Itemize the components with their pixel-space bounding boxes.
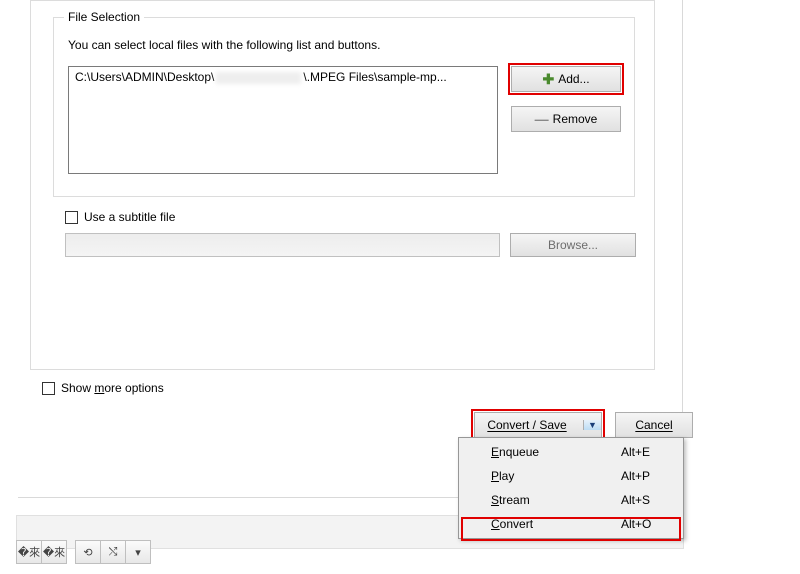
menu-item-play[interactable]: Play Alt+P — [461, 464, 681, 488]
subtitle-path-input — [65, 233, 500, 257]
equalizer-icon-2: �來 — [43, 544, 65, 560]
menu-shortcut-enqueue: Alt+E — [621, 445, 681, 459]
cancel-button[interactable]: Cancel — [615, 412, 693, 438]
equalizer-button-2[interactable]: �來 — [41, 540, 67, 564]
redacted-path-segment — [216, 72, 301, 84]
file-selection-title: File Selection — [64, 10, 144, 24]
tab-page: File Selection You can select local file… — [30, 0, 655, 370]
loop-button[interactable]: ⟲ — [75, 540, 101, 564]
menu-label-convert: Convert — [491, 517, 621, 531]
menu-shortcut-convert: Alt+O — [621, 517, 681, 531]
dialog-panel: File Selection You can select local file… — [18, 0, 683, 498]
convert-save-dropdown[interactable]: ▼ — [583, 420, 601, 430]
menu-item-convert[interactable]: Convert Alt+O — [461, 512, 681, 536]
chevron-down-icon: ▼ — [588, 420, 597, 430]
shuffle-icon: ⤭ — [109, 546, 118, 559]
convert-save-button[interactable]: Convert / Save ▼ — [474, 412, 602, 438]
menu-shortcut-stream: Alt+S — [621, 493, 681, 507]
convert-dropdown-menu: Enqueue Alt+E Play Alt+P Stream Alt+S Co… — [458, 437, 684, 539]
menu-item-enqueue[interactable]: Enqueue Alt+E — [461, 440, 681, 464]
chevron-down-icon: ▾ — [135, 546, 141, 559]
file-selection-group: File Selection You can select local file… — [53, 17, 635, 197]
browse-button: Browse... — [510, 233, 636, 257]
more-options-label: Show more options — [61, 381, 164, 395]
subtitle-checkbox[interactable] — [65, 211, 78, 224]
toolbar-group-2: ⟲ ⤭ ▾ — [75, 540, 150, 564]
equalizer-button[interactable]: �來 — [16, 540, 42, 564]
file-list[interactable]: C:\Users\ADMIN\Desktop\ \.MPEG Files\samp… — [68, 66, 498, 174]
expand-button[interactable]: ▾ — [125, 540, 151, 564]
menu-item-stream[interactable]: Stream Alt+S — [461, 488, 681, 512]
menu-shortcut-play: Alt+P — [621, 469, 681, 483]
remove-button-label: Remove — [553, 112, 598, 126]
toolbar-group-1: �來 �來 — [16, 540, 66, 564]
subtitle-label: Use a subtitle file — [84, 210, 175, 224]
shuffle-button[interactable]: ⤭ — [100, 540, 126, 564]
file-selection-instructions: You can select local files with the foll… — [68, 38, 380, 52]
file-path-prefix: C:\Users\ADMIN\Desktop\ — [75, 70, 214, 84]
menu-label-stream: Stream — [491, 493, 621, 507]
loop-icon: ⟲ — [83, 546, 92, 559]
subtitle-checkbox-row[interactable]: Use a subtitle file — [65, 210, 175, 224]
more-options-checkbox-row[interactable]: Show more options — [42, 381, 164, 395]
file-path-suffix: \.MPEG Files\sample-mp... — [303, 70, 446, 84]
more-options-checkbox[interactable] — [42, 382, 55, 395]
convert-save-label[interactable]: Convert / Save — [475, 418, 579, 432]
browse-button-label: Browse... — [548, 238, 598, 252]
cancel-button-label: Cancel — [635, 418, 672, 432]
equalizer-icon: �來 — [18, 544, 40, 560]
add-button[interactable]: ✚ Add... — [511, 66, 621, 92]
remove-button[interactable]: — Remove — [511, 106, 621, 132]
plus-icon: ✚ — [542, 72, 554, 86]
minus-icon: — — [535, 112, 549, 126]
add-button-label: Add... — [558, 72, 589, 86]
menu-label-play: Play — [491, 469, 621, 483]
menu-label-enqueue: Enqueue — [491, 445, 621, 459]
